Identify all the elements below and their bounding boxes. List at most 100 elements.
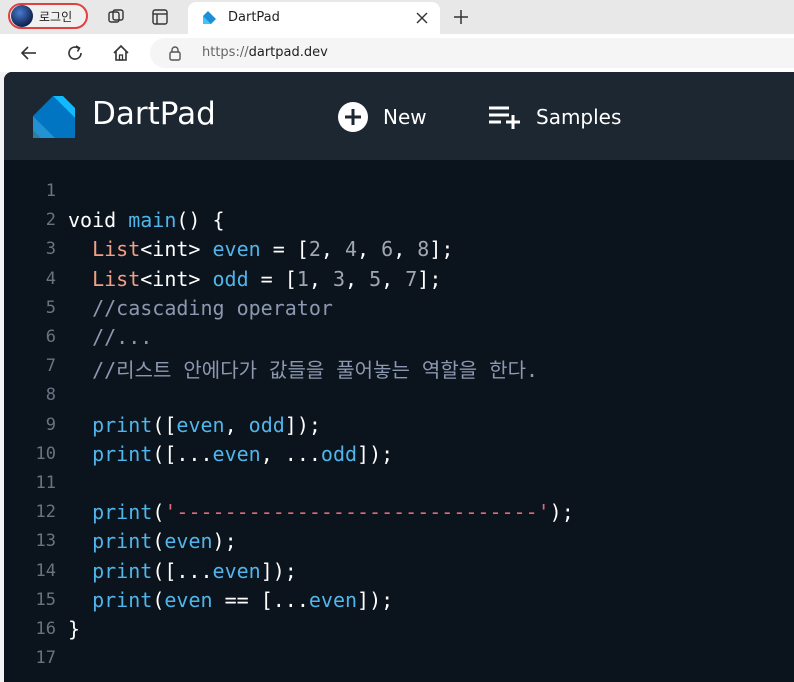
code-token: , bbox=[308, 266, 333, 291]
line-number: 17 bbox=[35, 648, 56, 669]
workspaces-icon[interactable] bbox=[106, 7, 126, 27]
code-token: //cascading operator bbox=[68, 295, 333, 320]
avatar bbox=[11, 5, 33, 27]
code-line[interactable]: 17 bbox=[4, 644, 794, 673]
code-text: print(even == [...even]); bbox=[68, 588, 393, 612]
code-line[interactable]: 13 print(even); bbox=[4, 527, 794, 556]
code-token: odd bbox=[212, 266, 249, 291]
tab-title: DartPad bbox=[228, 10, 280, 25]
code-token: 5 bbox=[369, 266, 382, 291]
line-number: 13 bbox=[35, 531, 56, 552]
app-header: DartPad New Samples bbox=[4, 72, 794, 160]
code-token: ); bbox=[549, 500, 574, 525]
code-text: void main() { bbox=[68, 208, 225, 232]
code-token: ([ bbox=[152, 412, 177, 437]
tab-actions-icon[interactable] bbox=[150, 7, 170, 27]
code-line[interactable]: 14 print([...even]); bbox=[4, 557, 794, 586]
code-line[interactable]: 7 //리스트 안에다가 값들을 풀어놓는 역할을 한다. bbox=[4, 352, 794, 383]
code-token: main bbox=[128, 208, 177, 233]
close-icon[interactable] bbox=[412, 8, 432, 28]
line-number: 10 bbox=[35, 443, 56, 464]
code-token: ); bbox=[212, 529, 237, 554]
profile-button[interactable]: 로그인 bbox=[8, 3, 88, 29]
dart-favicon-icon bbox=[200, 10, 218, 32]
code-line[interactable]: 2 void main() { bbox=[4, 206, 794, 235]
refresh-icon[interactable] bbox=[64, 42, 86, 64]
line-number: 4 bbox=[45, 268, 56, 289]
code-token: = [ bbox=[248, 266, 297, 291]
code-token: ( bbox=[152, 529, 165, 554]
line-number: 2 bbox=[45, 210, 56, 231]
code-token: print bbox=[92, 412, 153, 437]
code-line[interactable]: 16} bbox=[4, 615, 794, 644]
code-token: List bbox=[92, 237, 141, 262]
plus-icon[interactable] bbox=[450, 6, 472, 28]
code-text: print([...even]); bbox=[68, 559, 297, 583]
code-line[interactable]: 11 bbox=[4, 469, 794, 498]
home-icon[interactable] bbox=[110, 42, 132, 64]
code-line[interactable]: 10 print([...even, ...odd]); bbox=[4, 440, 794, 469]
code-token: , bbox=[381, 266, 406, 291]
code-text: List<int> odd = [1, 3, 5, 7]; bbox=[68, 267, 441, 291]
code-text: List<int> even = [2, 4, 6, 8]; bbox=[68, 237, 453, 261]
code-token: '------------------------------' bbox=[164, 500, 550, 525]
code-token: odd bbox=[320, 441, 358, 466]
line-number: 7 bbox=[45, 356, 56, 377]
line-number: 6 bbox=[45, 327, 56, 347]
code-line[interactable]: 15 print(even == [...even]); bbox=[4, 586, 794, 615]
code-line[interactable]: 6 //... bbox=[4, 323, 794, 352]
code-text: print([even, odd]); bbox=[68, 413, 321, 437]
line-number: 5 bbox=[45, 297, 56, 318]
active-tab[interactable]: DartPad bbox=[188, 2, 440, 34]
code-token: , bbox=[224, 412, 249, 437]
code-token: ]); bbox=[284, 412, 321, 437]
code-token: 6 bbox=[381, 237, 394, 262]
code-text: //cascading operator bbox=[68, 296, 333, 320]
code-token: ]; bbox=[417, 266, 442, 291]
code-line[interactable]: 4 List<int> odd = [1, 3, 5, 7]; bbox=[4, 265, 794, 294]
code-token: , ... bbox=[260, 441, 321, 466]
code-text: print(even); bbox=[68, 529, 237, 553]
code-token: even bbox=[212, 441, 261, 466]
code-line[interactable]: 12 print('------------------------------… bbox=[4, 498, 794, 527]
code-token: } bbox=[68, 617, 81, 641]
code-token: //리스트 안에다가 값들을 풀어놓는 역할을 한다. bbox=[68, 358, 539, 383]
lock-icon[interactable] bbox=[168, 45, 182, 65]
code-editor[interactable]: 1 2 void main() {3 List<int> even = [2, 4,… bbox=[4, 160, 794, 682]
code-line[interactable]: 9 print([even, odd]); bbox=[4, 411, 794, 440]
code-token: ]; bbox=[429, 237, 454, 262]
new-button[interactable]: New bbox=[337, 100, 427, 134]
code-line[interactable]: 8 bbox=[4, 381, 794, 410]
code-text: print([...even, ...odd]); bbox=[68, 442, 393, 466]
url-host: dartpad.dev bbox=[248, 45, 328, 60]
line-number: 12 bbox=[35, 502, 56, 523]
back-arrow-icon[interactable] bbox=[18, 42, 40, 64]
code-token: <int> bbox=[140, 237, 213, 262]
code-token: even bbox=[212, 558, 261, 583]
code-line[interactable]: 1 bbox=[4, 177, 794, 206]
code-token: ]); bbox=[357, 441, 394, 466]
line-number: 15 bbox=[35, 589, 56, 610]
code-text: //리스트 안에다가 값들을 풀어놓는 역할을 한다. bbox=[68, 354, 538, 383]
line-number: 1 bbox=[45, 181, 56, 201]
url-scheme: https:// bbox=[202, 45, 249, 60]
code-line[interactable]: 3 List<int> even = [2, 4, 6, 8]; bbox=[4, 235, 794, 264]
code-token: , bbox=[320, 237, 345, 262]
samples-button[interactable]: Samples bbox=[488, 100, 621, 134]
address-bar[interactable]: https://dartpad.dev bbox=[150, 38, 794, 68]
dart-logo-icon bbox=[29, 92, 79, 146]
code-token: <int> bbox=[140, 266, 213, 291]
code-token: , bbox=[357, 237, 382, 262]
code-token: even bbox=[308, 587, 358, 612]
code-text: print('------------------------------'); bbox=[68, 500, 574, 524]
code-token: 7 bbox=[405, 266, 418, 291]
code-token: ([... bbox=[152, 441, 213, 466]
code-token: even bbox=[164, 587, 213, 612]
code-line[interactable]: 5 //cascading operator bbox=[4, 294, 794, 323]
add-circle-icon bbox=[338, 102, 368, 132]
